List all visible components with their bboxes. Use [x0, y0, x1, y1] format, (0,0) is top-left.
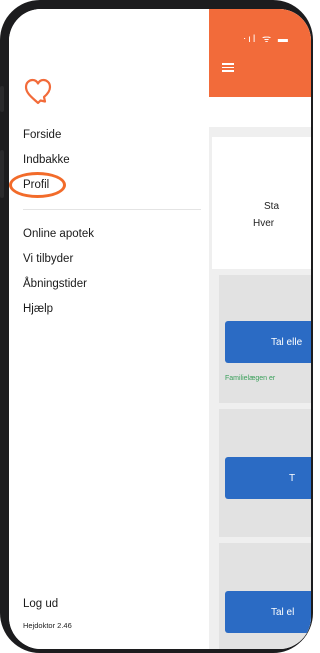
status-card-subtitle: Hver	[253, 218, 275, 229]
consult-button-label: Tal elle	[271, 336, 303, 348]
header-strip	[209, 97, 311, 127]
consult-button-label: T	[289, 472, 296, 484]
phone-frame: ⋅ıl ᯤ ▬ Sta Hver Tal elle Familielægen e…	[0, 0, 313, 653]
screen: ⋅ıl ᯤ ▬ Sta Hver Tal elle Familielægen e…	[9, 9, 311, 649]
nav-item-online-apotek[interactable]: Online apotek	[23, 228, 94, 240]
consult-button-label: Tal el	[271, 606, 295, 618]
nav-item-forside[interactable]: Forside	[23, 129, 61, 141]
nav-item-abningstider[interactable]: Åbningstider	[23, 278, 87, 290]
app-header: ⋅ıl ᯤ ▬	[209, 9, 311, 97]
phone-side-button	[0, 86, 4, 112]
status-icons: ⋅ıl ᯤ ▬	[243, 34, 290, 45]
nav-item-vi-tilbyder[interactable]: Vi tilbyder	[23, 253, 73, 265]
nav-divider	[23, 209, 201, 210]
status-card: Sta Hver	[212, 137, 311, 269]
logout-link[interactable]: Log ud	[23, 598, 58, 610]
profil-highlight-circle	[9, 172, 66, 198]
info-note: Familielægen er	[225, 375, 276, 382]
navigation-drawer: Forside Indbakke Profil Online apotek Vi…	[9, 9, 209, 649]
consult-button[interactable]: Tal elle	[225, 321, 311, 363]
nav-item-hjaelp[interactable]: Hjælp	[23, 303, 53, 315]
consult-button[interactable]: T	[225, 457, 311, 499]
heart-chat-icon	[23, 77, 53, 112]
phone-side-button	[0, 150, 4, 198]
app-background: ⋅ıl ᯤ ▬ Sta Hver Tal elle Familielægen e…	[209, 9, 311, 649]
nav-item-indbakke[interactable]: Indbakke	[23, 154, 70, 166]
app-version: Hejdoktor 2.46	[23, 621, 72, 630]
status-card-title: Sta	[264, 201, 280, 212]
menu-icon[interactable]	[222, 63, 234, 72]
consult-button[interactable]: Tal el	[225, 591, 311, 633]
